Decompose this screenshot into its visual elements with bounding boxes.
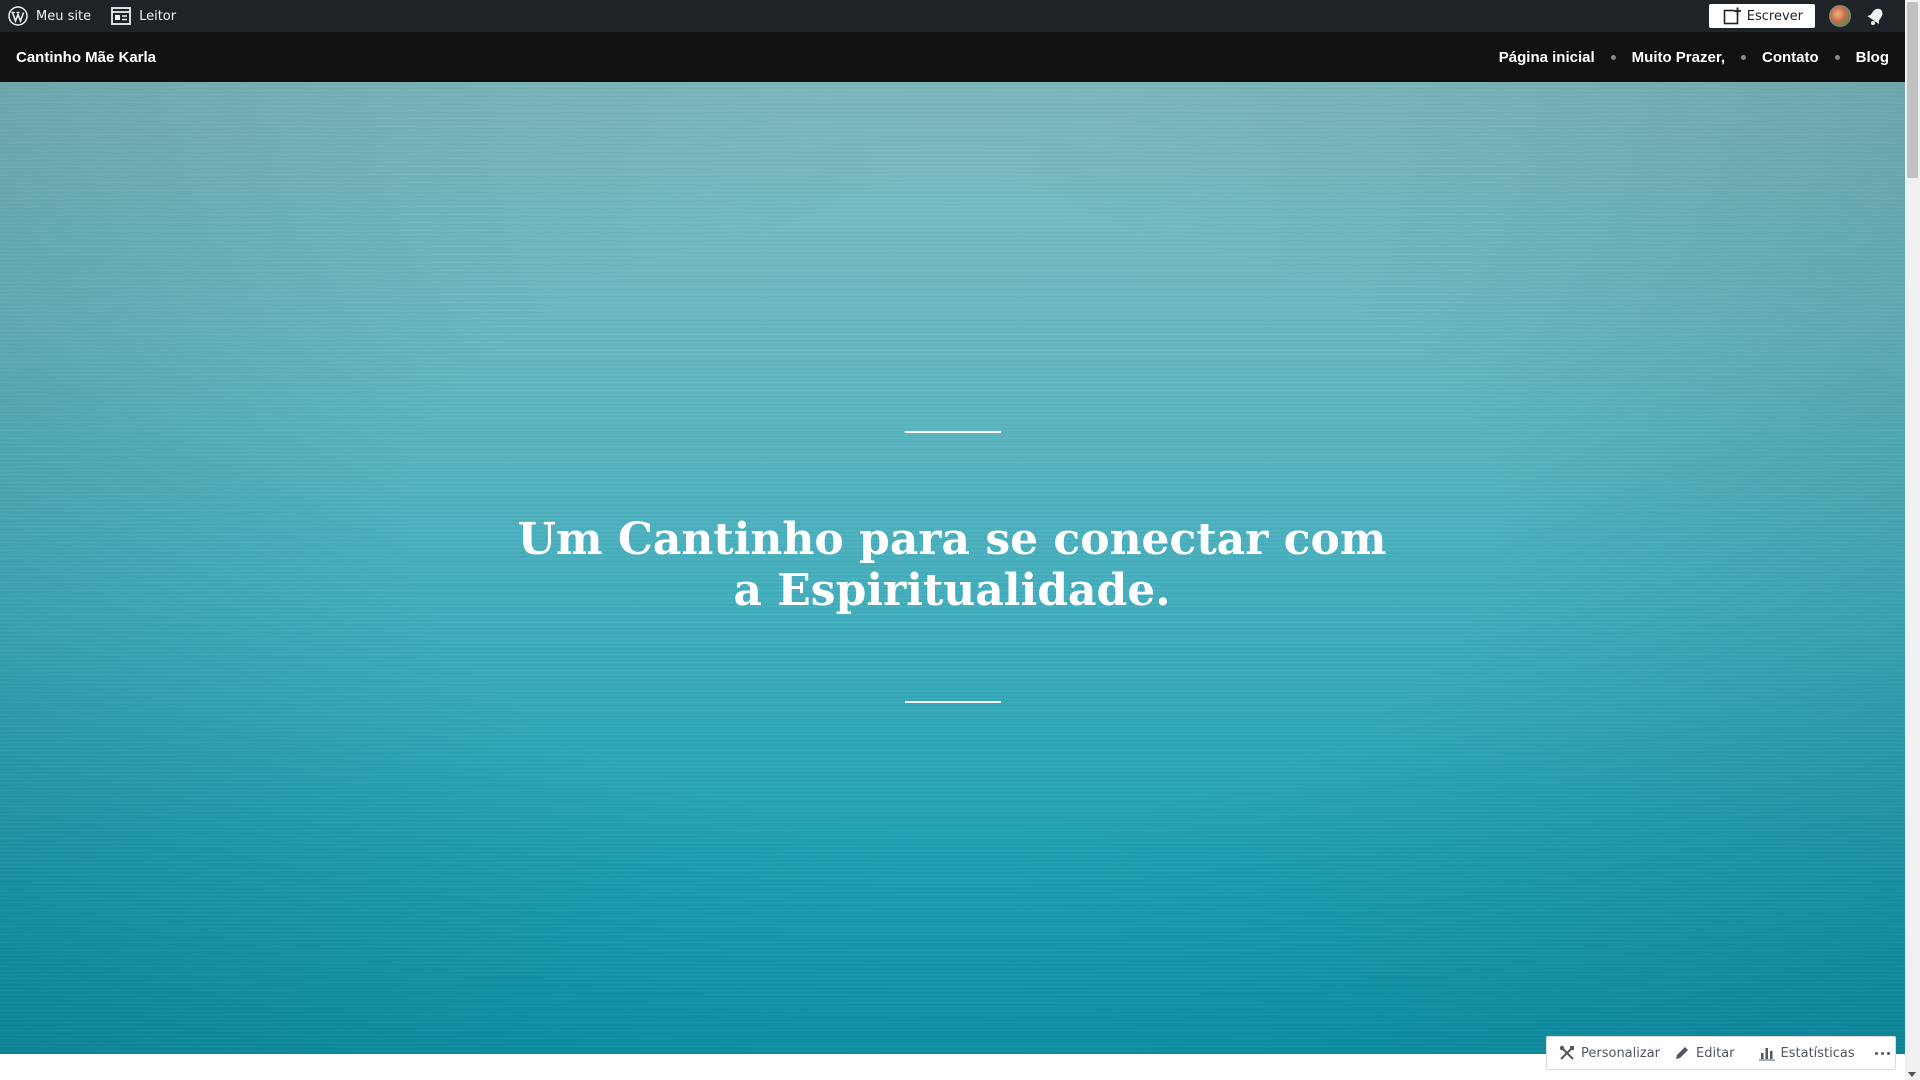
scrollbar-thumb[interactable] <box>1907 2 1918 178</box>
nav-separator <box>1741 54 1747 60</box>
nav-link-home[interactable]: Página inicial <box>1499 49 1595 66</box>
customize-button[interactable]: Personalizar <box>1559 1045 1660 1061</box>
hero-divider-bottom <box>905 701 1001 703</box>
page-scrollbar[interactable] <box>1905 0 1920 1080</box>
ellipsis-dot <box>1880 1051 1884 1055</box>
edit-label: Editar <box>1696 1045 1735 1061</box>
customize-label: Personalizar <box>1581 1045 1661 1061</box>
scroll-down-arrow-icon[interactable] <box>1908 1072 1916 1077</box>
nav-separator <box>1834 54 1840 60</box>
write-label: Escrever <box>1746 8 1803 24</box>
edit-button[interactable]: Editar <box>1674 1045 1735 1061</box>
admin-bar-right: Escrever <box>1708 0 1905 32</box>
floating-action-bar: Personalizar Editar Estatísticas <box>1546 1036 1896 1070</box>
site-title[interactable]: Cantinho Mãe Karla <box>16 49 156 66</box>
ellipsis-dot <box>1886 1051 1890 1055</box>
nav-link-contact[interactable]: Contato <box>1762 49 1819 66</box>
write-button[interactable]: Escrever <box>1708 4 1815 28</box>
my-site-button[interactable]: Meu site <box>0 0 101 32</box>
hero-divider-top <box>905 431 1001 433</box>
nav-link-about[interactable]: Muito Prazer, <box>1632 49 1725 66</box>
pencil-icon <box>1676 1047 1689 1059</box>
stats-button[interactable]: Estatísticas <box>1758 1045 1855 1061</box>
nav-link-blog[interactable]: Blog <box>1856 49 1889 66</box>
wordpress-logo-icon <box>8 6 28 26</box>
tools-icon <box>1559 1045 1574 1060</box>
site-header: Cantinho Mãe Karla Página inicial Muito … <box>0 32 1905 82</box>
my-site-label: Meu site <box>36 8 92 24</box>
reader-icon <box>111 7 131 25</box>
hero-section: Um Cantinho para se conectar com a Espir… <box>0 82 1905 1054</box>
hero-title-line-2: a Espiritualidade. <box>733 565 1171 616</box>
bar-chart-icon <box>1758 1048 1775 1061</box>
ellipsis-dot <box>1874 1051 1878 1055</box>
reader-label: Leitor <box>139 8 177 24</box>
main-navigation: Página inicial Muito Prazer, Contato Blo… <box>1499 32 1889 82</box>
bell-icon[interactable] <box>1865 5 1887 27</box>
admin-bar-left: Meu site Leitor <box>0 0 186 32</box>
ellipsis-icon[interactable] <box>1874 1051 1890 1055</box>
write-post-icon <box>1723 7 1741 25</box>
admin-bar: Meu site Leitor Escrever <box>0 0 1905 32</box>
hero-title-line-1: Um Cantinho para se conectar com <box>517 514 1387 565</box>
reader-button[interactable]: Leitor <box>101 0 186 32</box>
stats-label: Estatísticas <box>1780 1045 1855 1061</box>
nav-separator <box>1610 54 1616 60</box>
user-avatar[interactable] <box>1829 5 1851 27</box>
hero-title: Um Cantinho para se conectar com a Espir… <box>452 514 1452 616</box>
